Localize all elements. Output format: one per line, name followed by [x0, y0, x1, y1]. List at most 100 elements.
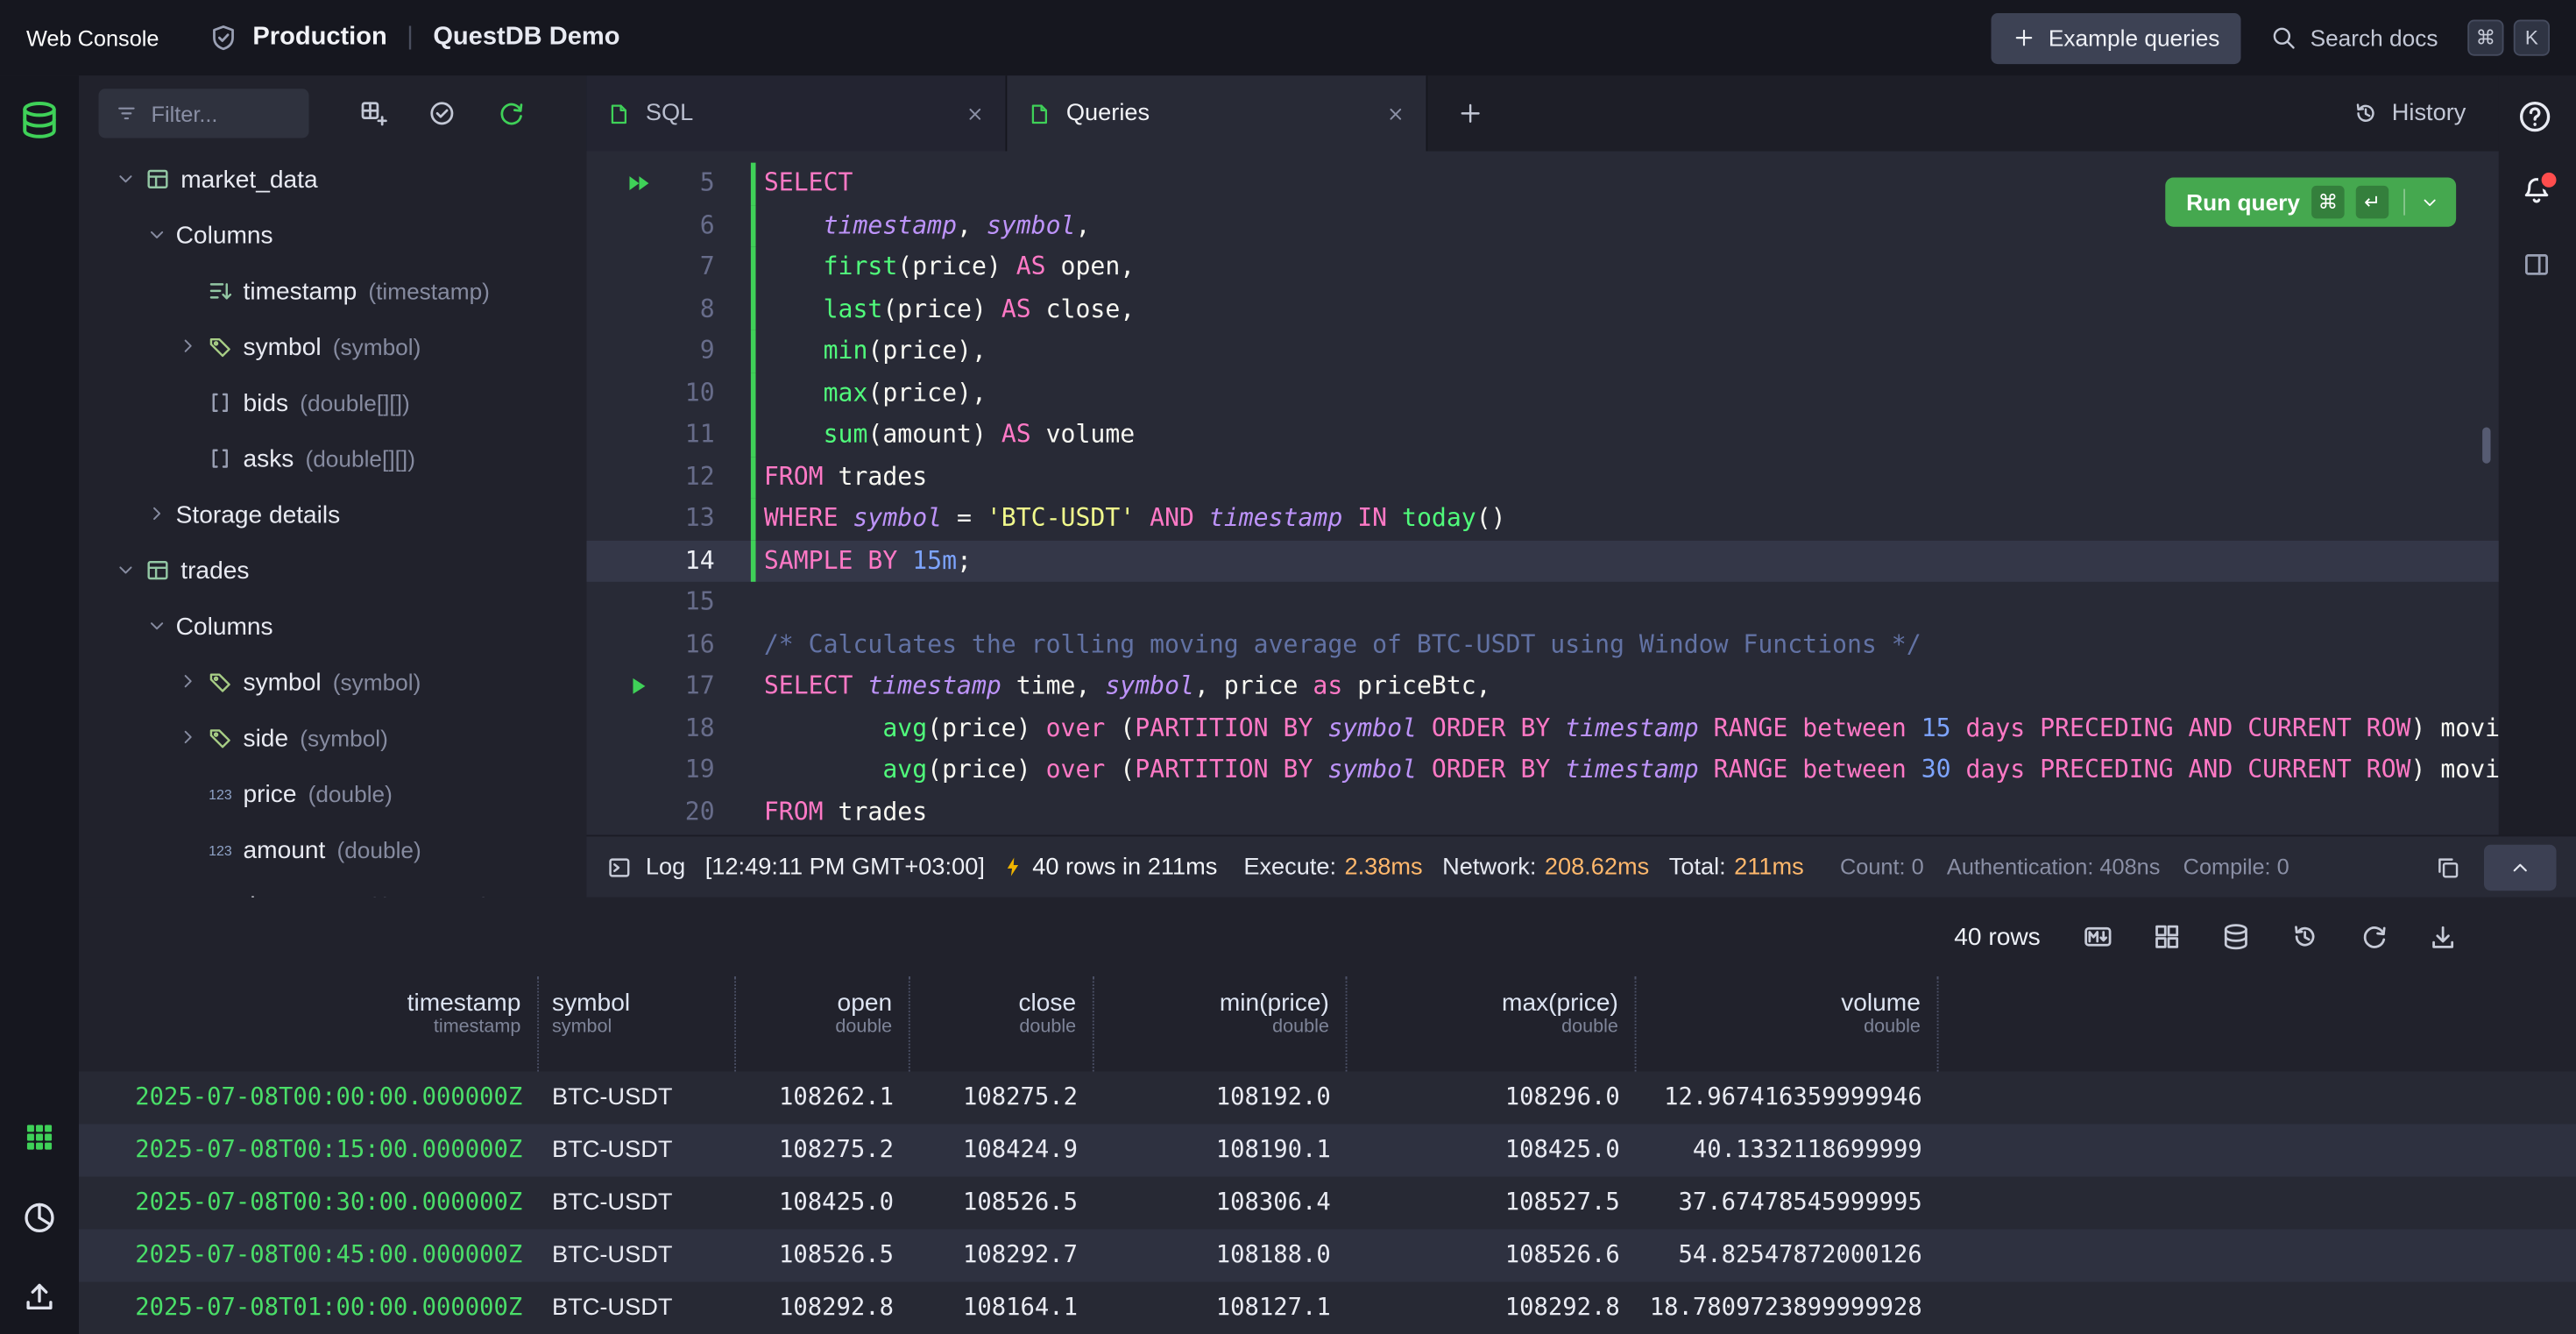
collapse-log-button[interactable]: [2484, 844, 2557, 891]
close-tab-icon[interactable]: [965, 103, 986, 124]
sql-editor[interactable]: 5SELECT6 timestamp, symbol,7 first(price…: [586, 152, 2499, 835]
table-row[interactable]: 2025-07-08T00:45:00.000000ZBTC-USDT10852…: [79, 1230, 2576, 1282]
run-line-icon[interactable]: [625, 672, 653, 700]
database-icon[interactable]: [18, 99, 61, 142]
cell-volume[interactable]: 40.1332118699999: [1637, 1125, 1939, 1177]
query-history-icon[interactable]: [2290, 922, 2320, 952]
code-line-13[interactable]: 13WHERE symbol = 'BTC-USDT' AND timestam…: [586, 498, 2499, 540]
cell-volume[interactable]: 54.82547872000126: [1637, 1230, 1939, 1282]
cell-max(price)[interactable]: 108296.0: [1348, 1072, 1637, 1125]
cell-max(price)[interactable]: 108292.8: [1348, 1282, 1637, 1334]
code-line-19[interactable]: 19 avg(price) over (PARTITION BY symbol …: [586, 749, 2499, 791]
help-icon[interactable]: [2517, 99, 2553, 135]
download-csv-icon[interactable]: [2428, 922, 2458, 952]
cell-timestamp[interactable]: 2025-07-08T00:30:00.000000Z: [79, 1177, 539, 1230]
cell-close[interactable]: 108275.2: [910, 1072, 1094, 1125]
cell-open[interactable]: 108425.0: [736, 1177, 910, 1230]
column-header-timestamp[interactable]: timestamptimestamp: [79, 976, 539, 1072]
search-docs-button[interactable]: Search docs: [2271, 25, 2438, 51]
cell-close[interactable]: 108424.9: [910, 1125, 1094, 1177]
chevron-down-icon[interactable]: [146, 614, 176, 637]
cell-min(price)[interactable]: 108190.1: [1094, 1125, 1348, 1177]
tree-item-columns[interactable]: Columns: [79, 599, 586, 655]
table-row[interactable]: 2025-07-08T00:15:00.000000ZBTC-USDT10827…: [79, 1125, 2576, 1177]
notifications-button[interactable]: [2520, 174, 2553, 208]
cell-max(price)[interactable]: 108527.5: [1348, 1177, 1637, 1230]
tree-item-price[interactable]: 123price(double): [79, 766, 586, 822]
column-header-volume[interactable]: volumedouble: [1637, 976, 1939, 1072]
code-line-11[interactable]: 11 sum(amount) AS volume: [586, 415, 2499, 457]
cell-min(price)[interactable]: 108192.0: [1094, 1072, 1348, 1125]
close-tab-icon[interactable]: [1385, 103, 1406, 124]
column-header-max(price)[interactable]: max(price)double: [1348, 976, 1637, 1072]
cell-open[interactable]: 108275.2: [736, 1125, 910, 1177]
column-header-open[interactable]: opendouble: [736, 976, 910, 1072]
copy-sql-icon[interactable]: [2221, 922, 2251, 952]
chevron-right-icon[interactable]: [178, 727, 208, 749]
pie-chart-icon[interactable]: [21, 1200, 57, 1236]
code-line-20[interactable]: 20FROM trades: [586, 791, 2499, 834]
table-row[interactable]: 2025-07-08T01:00:00.000000ZBTC-USDT10829…: [79, 1282, 2576, 1334]
chevron-right-icon[interactable]: [178, 671, 208, 693]
cell-min(price)[interactable]: 108127.1: [1094, 1282, 1348, 1334]
copy-markdown-icon[interactable]: [2084, 922, 2113, 952]
cell-volume[interactable]: 37.67478545999995: [1637, 1177, 1939, 1230]
code-line-12[interactable]: 12FROM trades: [586, 456, 2499, 498]
cell-close[interactable]: 108526.5: [910, 1177, 1094, 1230]
tab-sql[interactable]: SQL: [586, 75, 1007, 151]
tree-item-asks[interactable]: asks(double[][]): [79, 430, 586, 486]
refresh-schema-icon[interactable]: [496, 99, 526, 129]
chevron-right-icon[interactable]: [146, 503, 176, 526]
cell-symbol[interactable]: BTC-USDT: [539, 1282, 736, 1334]
cell-timestamp[interactable]: 2025-07-08T00:00:00.000000Z: [79, 1072, 539, 1125]
table-row[interactable]: 2025-07-08T00:30:00.000000ZBTC-USDT10842…: [79, 1177, 2576, 1230]
code-line-10[interactable]: 10 max(price),: [586, 373, 2499, 415]
code-line-15[interactable]: 15: [586, 582, 2499, 624]
new-tab-icon[interactable]: [1457, 100, 1483, 126]
code-line-14[interactable]: 14SAMPLE BY 15m;: [586, 540, 2499, 582]
run-options-chevron[interactable]: [2420, 192, 2440, 212]
code-line-16[interactable]: 16/* Calculates the rolling moving avera…: [586, 624, 2499, 666]
cell-volume[interactable]: 18.7809723899999928: [1637, 1282, 1939, 1334]
code-line-9[interactable]: 9 min(price),: [586, 330, 2499, 373]
cell-symbol[interactable]: BTC-USDT: [539, 1125, 736, 1177]
code-line-18[interactable]: 18 avg(price) over (PARTITION BY symbol …: [586, 707, 2499, 749]
cell-volume[interactable]: 12.967416359999946: [1637, 1072, 1939, 1125]
grid-view-icon[interactable]: [23, 1121, 56, 1154]
add-table-icon[interactable]: [358, 99, 388, 129]
refresh-results-icon[interactable]: [2360, 922, 2389, 952]
code-line-7[interactable]: 7 first(price) AS open,: [586, 246, 2499, 288]
upload-icon[interactable]: [21, 1279, 57, 1315]
instance-badge[interactable]: Production | QuestDB Demo: [209, 23, 620, 53]
column-header-close[interactable]: closedouble: [910, 976, 1094, 1072]
tree-item-storage-details[interactable]: Storage details: [79, 486, 586, 543]
cell-open[interactable]: 108262.1: [736, 1072, 910, 1125]
filter-input[interactable]: Filter...: [99, 89, 309, 138]
code-line-8[interactable]: 8 last(price) AS close,: [586, 288, 2499, 330]
copy-log-icon[interactable]: [2435, 854, 2461, 880]
cell-open[interactable]: 108526.5: [736, 1230, 910, 1282]
chevron-right-icon[interactable]: [178, 336, 208, 358]
tree-item-symbol[interactable]: symbol(symbol): [79, 654, 586, 710]
tree-item-amount[interactable]: 123amount(double): [79, 822, 586, 878]
select-tables-icon[interactable]: [428, 99, 457, 129]
cell-max(price)[interactable]: 108425.0: [1348, 1125, 1637, 1177]
run-all-icon[interactable]: [625, 169, 653, 197]
cell-symbol[interactable]: BTC-USDT: [539, 1177, 736, 1230]
cell-close[interactable]: 108292.7: [910, 1230, 1094, 1282]
cell-open[interactable]: 108292.8: [736, 1282, 910, 1334]
cell-symbol[interactable]: BTC-USDT: [539, 1230, 736, 1282]
tree-item-bids[interactable]: bids(double[][]): [79, 375, 586, 431]
tree-item-columns[interactable]: Columns: [79, 207, 586, 263]
tree-item-trades[interactable]: trades: [79, 543, 586, 599]
tab-queries[interactable]: Queries: [1007, 75, 1427, 151]
code-line-17[interactable]: 17SELECT timestamp time, symbol, price a…: [586, 665, 2499, 707]
tree-item-timestamp[interactable]: timestamp(timestamp): [79, 263, 586, 319]
cell-close[interactable]: 108164.1: [910, 1282, 1094, 1334]
cell-min(price)[interactable]: 108188.0: [1094, 1230, 1348, 1282]
editor-scrollbar[interactable]: [2482, 428, 2490, 464]
cell-symbol[interactable]: BTC-USDT: [539, 1072, 736, 1125]
chevron-down-icon[interactable]: [146, 224, 176, 246]
tree-item-market_data[interactable]: market_data: [79, 152, 586, 208]
cell-max(price)[interactable]: 108526.6: [1348, 1230, 1637, 1282]
